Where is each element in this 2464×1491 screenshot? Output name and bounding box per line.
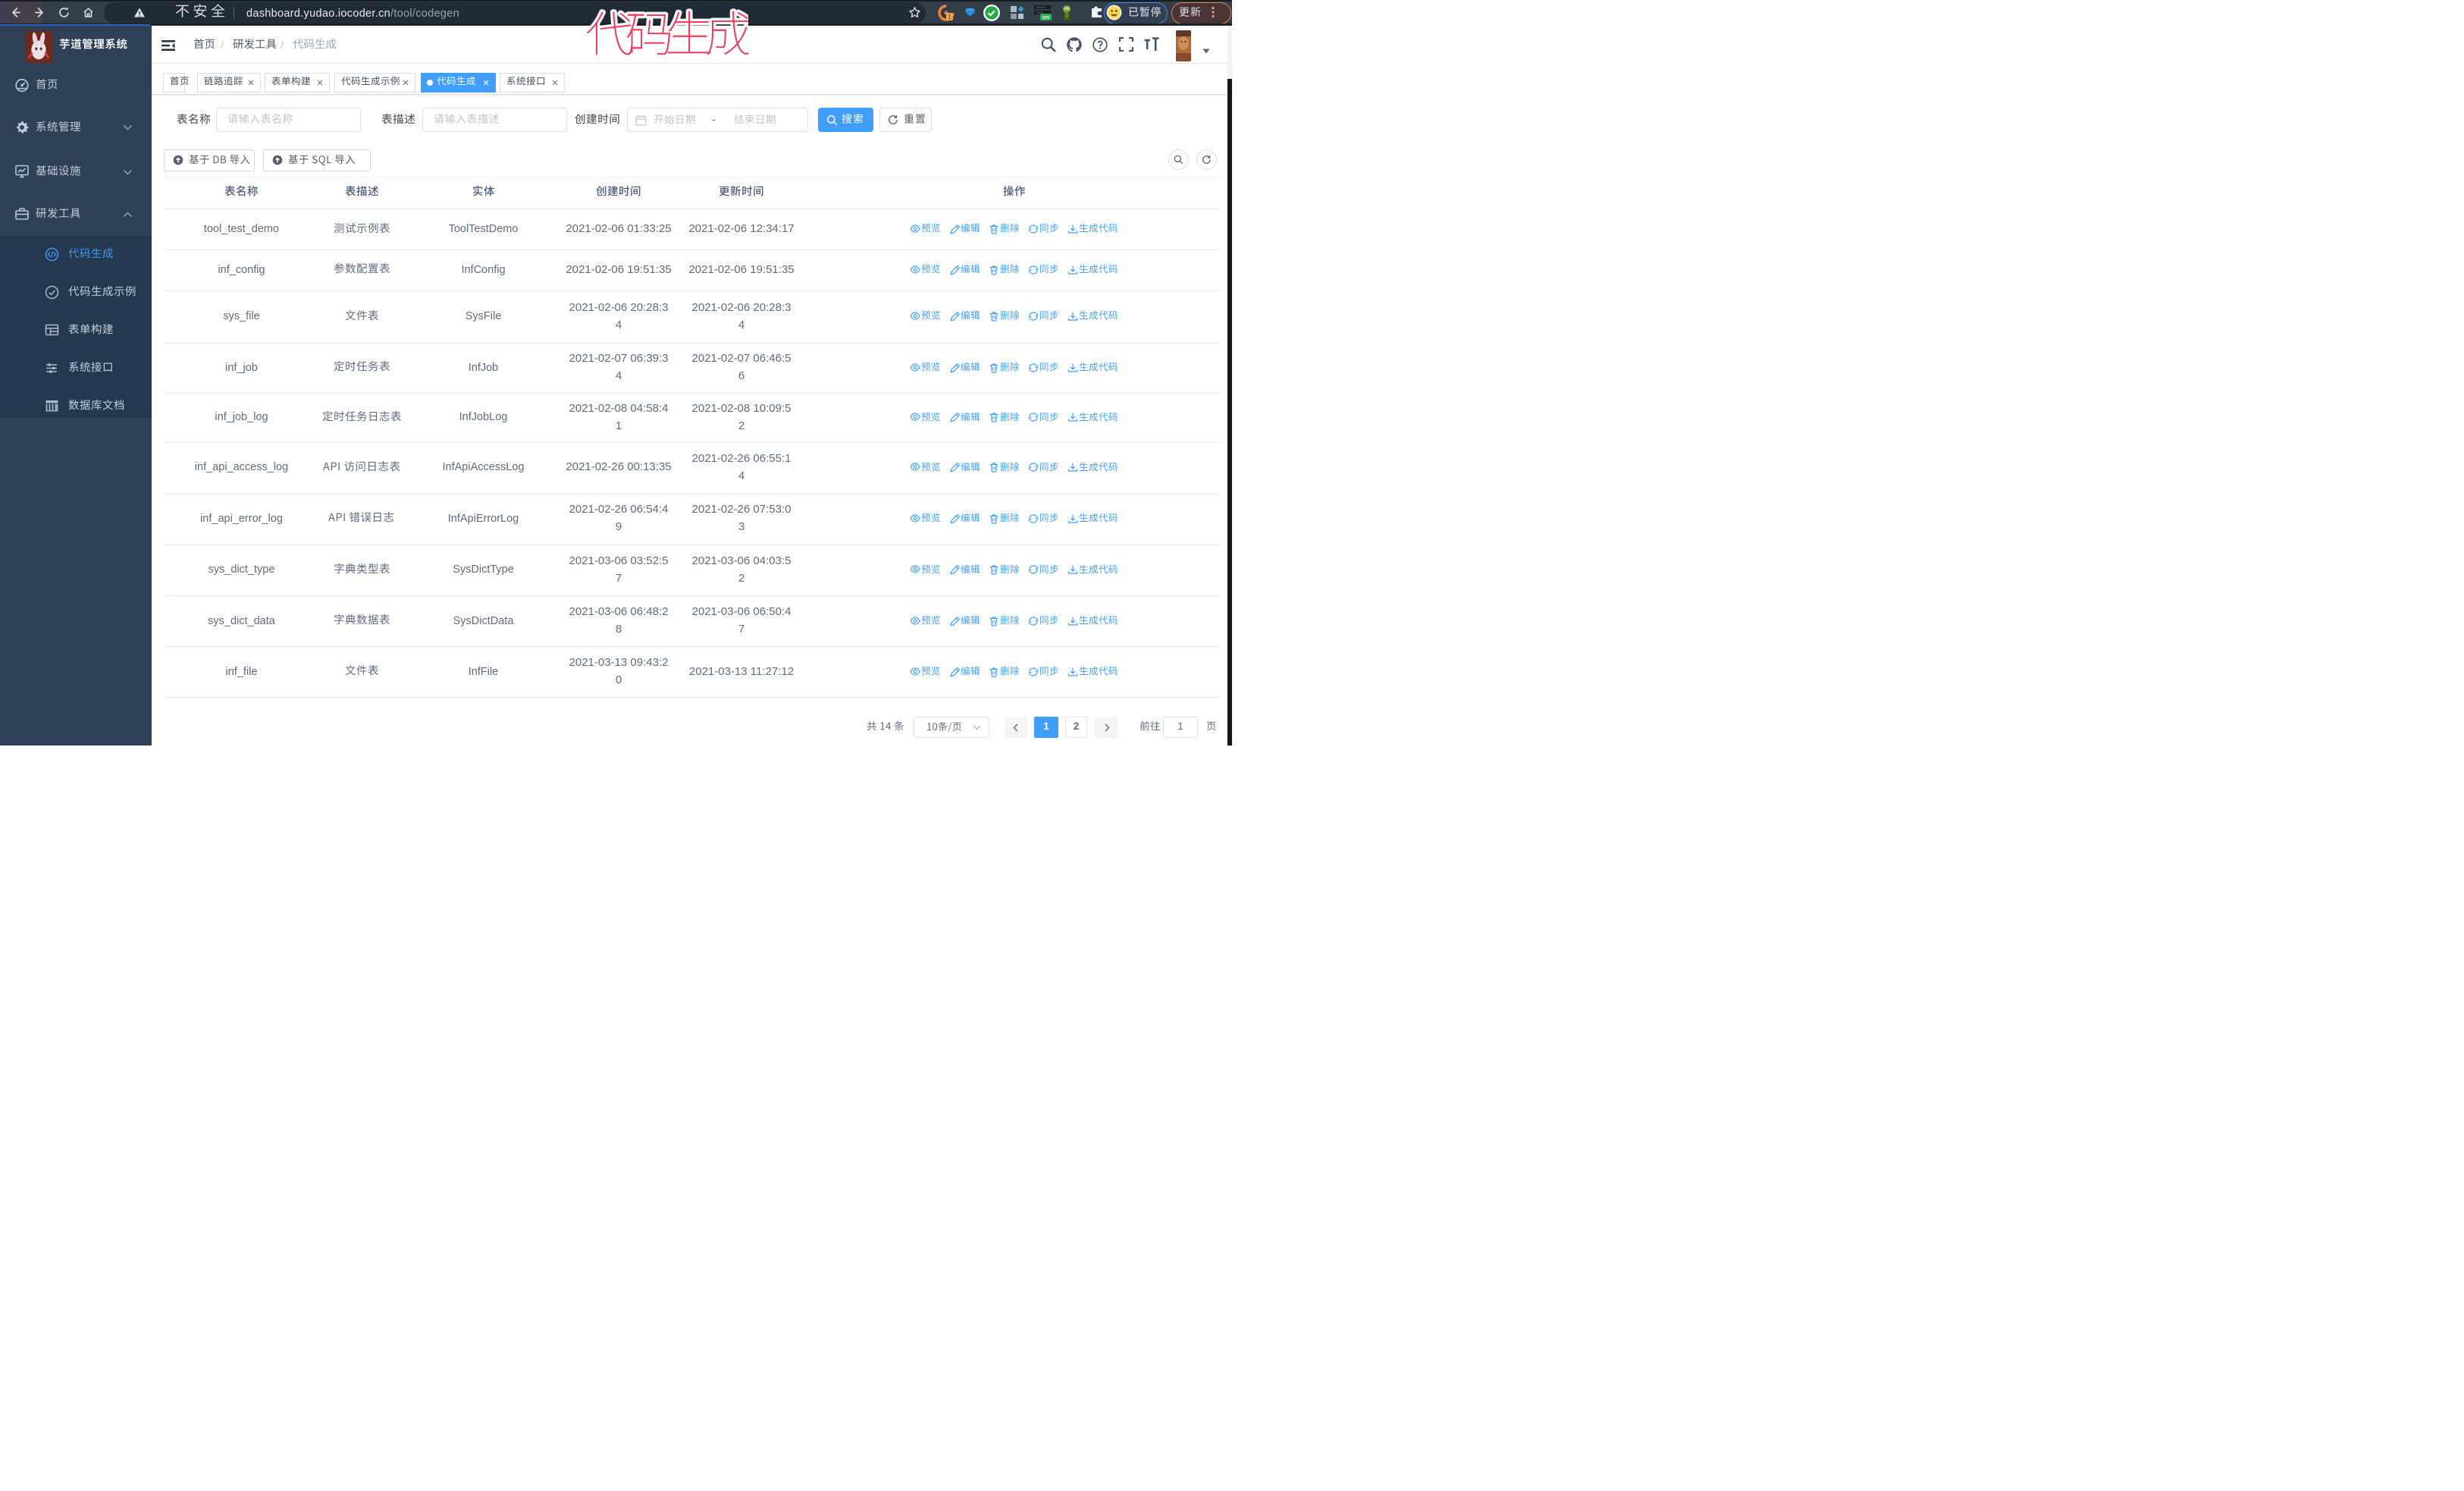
svg-text:on: on — [1042, 14, 1050, 20]
svg-text:1: 1 — [948, 14, 951, 20]
